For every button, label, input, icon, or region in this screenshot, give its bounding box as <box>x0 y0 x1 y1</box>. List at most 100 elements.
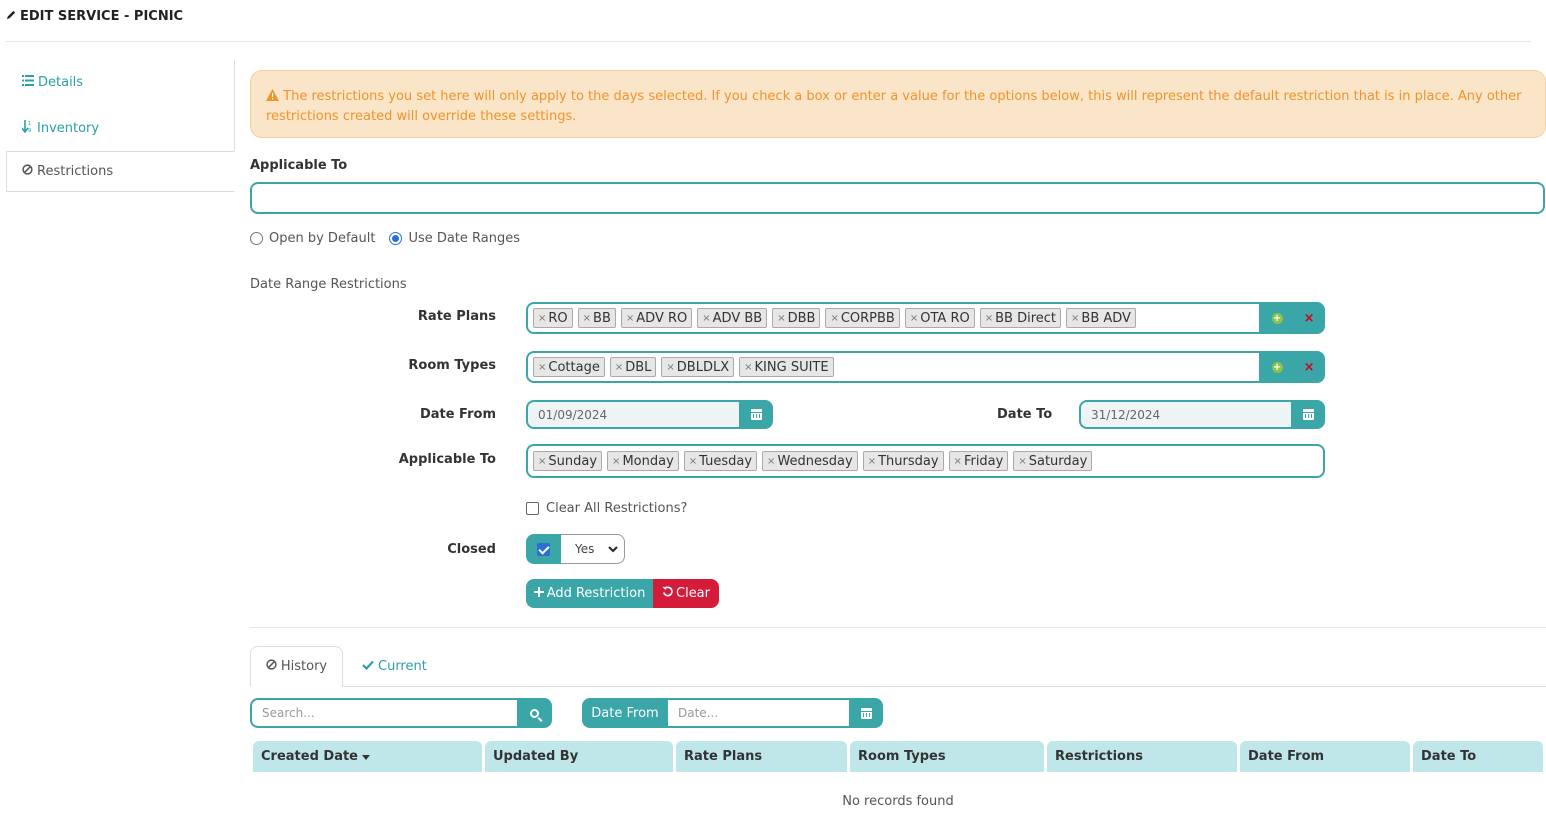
remove-tag-icon[interactable]: × <box>615 362 623 373</box>
check-icon <box>362 659 374 674</box>
remove-tag-icon[interactable]: × <box>538 313 546 324</box>
remove-tag-icon[interactable]: × <box>954 456 962 467</box>
add-all-icon[interactable]: + <box>1271 361 1283 373</box>
tag-label: ADV BB <box>712 310 763 326</box>
room-types-select[interactable]: × Cottage × DBL × DBLDLX × KING SUITE <box>526 351 1261 383</box>
tab-current-label: Current <box>378 659 427 674</box>
tag-label: ADV RO <box>636 310 688 326</box>
selected-tag: × KING SUITE <box>739 357 834 377</box>
closed-select[interactable]: Yes <box>561 534 625 564</box>
nav-item-restrictions[interactable]: Restrictions <box>6 151 235 192</box>
remove-tag-icon[interactable]: × <box>689 456 697 467</box>
selected-tag: × Friday <box>948 451 1009 471</box>
column-date-to[interactable]: Date To <box>1413 741 1543 772</box>
remove-tag-icon[interactable]: × <box>868 456 876 467</box>
remove-tag-icon[interactable]: × <box>626 313 634 324</box>
selected-tag: × BB ADV <box>1066 308 1136 328</box>
warning-icon <box>266 88 279 107</box>
nav-item-details[interactable]: Details <box>22 75 83 90</box>
nav-item-label: Restrictions <box>37 164 114 179</box>
remove-tag-icon[interactable]: × <box>767 456 775 467</box>
remove-tag-icon[interactable]: × <box>583 313 591 324</box>
svg-text:1: 1 <box>28 121 31 127</box>
sort-desc-icon <box>362 749 370 764</box>
header-divider <box>6 41 1531 42</box>
column-rate-plans[interactable]: Rate Plans <box>676 741 847 772</box>
column-updated-by[interactable]: Updated By <box>485 741 673 772</box>
use-date-ranges-radio[interactable] <box>389 232 403 245</box>
clear-all-icon[interactable]: × <box>1304 311 1315 326</box>
date-from-group: 01/09/2024 <box>526 400 773 429</box>
closed-select-value: Yes <box>575 542 595 556</box>
list-icon <box>22 75 34 90</box>
date-to-input[interactable]: 31/12/2024 <box>1079 400 1291 429</box>
column-label: Updated By <box>493 749 579 764</box>
applicable-to-label: Applicable To <box>250 158 348 173</box>
alert-text: The restrictions you set here will only … <box>266 89 1522 124</box>
selected-tag: × BB Direct <box>979 308 1062 328</box>
applicable-to-input[interactable] <box>250 182 1545 214</box>
date-to-group: 31/12/2024 <box>1079 400 1325 429</box>
clear-button[interactable]: Clear <box>653 579 719 608</box>
tag-label: Friday <box>963 453 1004 469</box>
closed-toggle[interactable] <box>526 534 561 564</box>
tag-label: RO <box>548 310 568 326</box>
remove-tag-icon[interactable]: × <box>910 313 918 324</box>
tag-label: Wednesday <box>777 453 853 469</box>
column-restrictions[interactable]: Restrictions <box>1047 741 1237 772</box>
remove-tag-icon[interactable]: × <box>666 362 674 373</box>
add-restriction-button[interactable]: Add Restriction <box>526 579 653 608</box>
clear-label: Clear <box>676 586 710 601</box>
selected-tag: × Saturday <box>1013 451 1093 471</box>
remove-tag-icon[interactable]: × <box>538 362 546 373</box>
remove-tag-icon[interactable]: × <box>1018 456 1026 467</box>
closed-label: Closed <box>447 542 496 557</box>
search-button[interactable] <box>517 698 552 728</box>
nav-item-inventory[interactable]: 19 Inventory <box>21 120 99 137</box>
column-room-types[interactable]: Room Types <box>850 741 1044 772</box>
filter-date-from-input[interactable]: Date... <box>668 698 849 728</box>
filter-date-picker-button[interactable] <box>849 698 883 728</box>
remove-tag-icon[interactable]: × <box>830 313 838 324</box>
open-by-default-radio[interactable] <box>250 232 263 245</box>
date-from-input[interactable]: 01/09/2024 <box>526 400 739 429</box>
open-by-default-label: Open by Default <box>269 231 376 246</box>
column-label: Date To <box>1421 749 1477 764</box>
tag-label: Thursday <box>878 453 939 469</box>
remove-tag-icon[interactable]: × <box>612 456 620 467</box>
tag-label: BB ADV <box>1081 310 1131 326</box>
closed-checkbox[interactable] <box>537 542 550 556</box>
selected-tag: × Sunday <box>533 451 603 471</box>
remove-tag-icon[interactable]: × <box>1071 313 1079 324</box>
clear-all-icon[interactable]: × <box>1304 360 1315 375</box>
search-input[interactable]: Search... <box>250 698 517 728</box>
remove-tag-icon[interactable]: × <box>702 313 710 324</box>
selected-tag: × Wednesday <box>762 451 858 471</box>
selected-tag: × ADV BB <box>697 308 768 328</box>
date-to-picker-button[interactable] <box>1291 400 1325 429</box>
remove-tag-icon[interactable]: × <box>777 313 785 324</box>
rate-plans-actions: + × <box>1261 302 1325 334</box>
closed-group: Yes <box>526 534 625 564</box>
add-restriction-label: Add Restriction <box>546 586 646 601</box>
clear-all-checkbox[interactable] <box>526 502 539 515</box>
column-date-from[interactable]: Date From <box>1240 741 1410 772</box>
remove-tag-icon[interactable]: × <box>985 313 993 324</box>
remove-tag-icon[interactable]: × <box>744 362 752 373</box>
rate-plans-select[interactable]: × RO × BB × ADV RO × ADV BB × DBB × CORPBB × OTA RO × B… <box>526 302 1261 334</box>
date-from-picker-button[interactable] <box>739 400 773 429</box>
date-from-label: Date From <box>419 407 496 422</box>
pencil-icon <box>6 9 17 24</box>
calendar-icon <box>860 707 872 719</box>
tab-history[interactable]: History <box>250 646 343 687</box>
tab-current[interactable]: Current <box>362 659 427 674</box>
ban-icon <box>266 659 277 674</box>
column-created-date[interactable]: Created Date <box>253 741 482 772</box>
remove-tag-icon[interactable]: × <box>538 456 546 467</box>
tag-label: DBL <box>625 359 652 375</box>
plus-icon <box>533 586 544 601</box>
clear-all-row: Clear All Restrictions? <box>526 501 687 516</box>
add-all-icon[interactable]: + <box>1271 312 1283 324</box>
tag-label: DBB <box>787 310 816 326</box>
applicable-days-select[interactable]: × Sunday × Monday × Tuesday × Wednesday × Thursda… <box>526 444 1325 478</box>
